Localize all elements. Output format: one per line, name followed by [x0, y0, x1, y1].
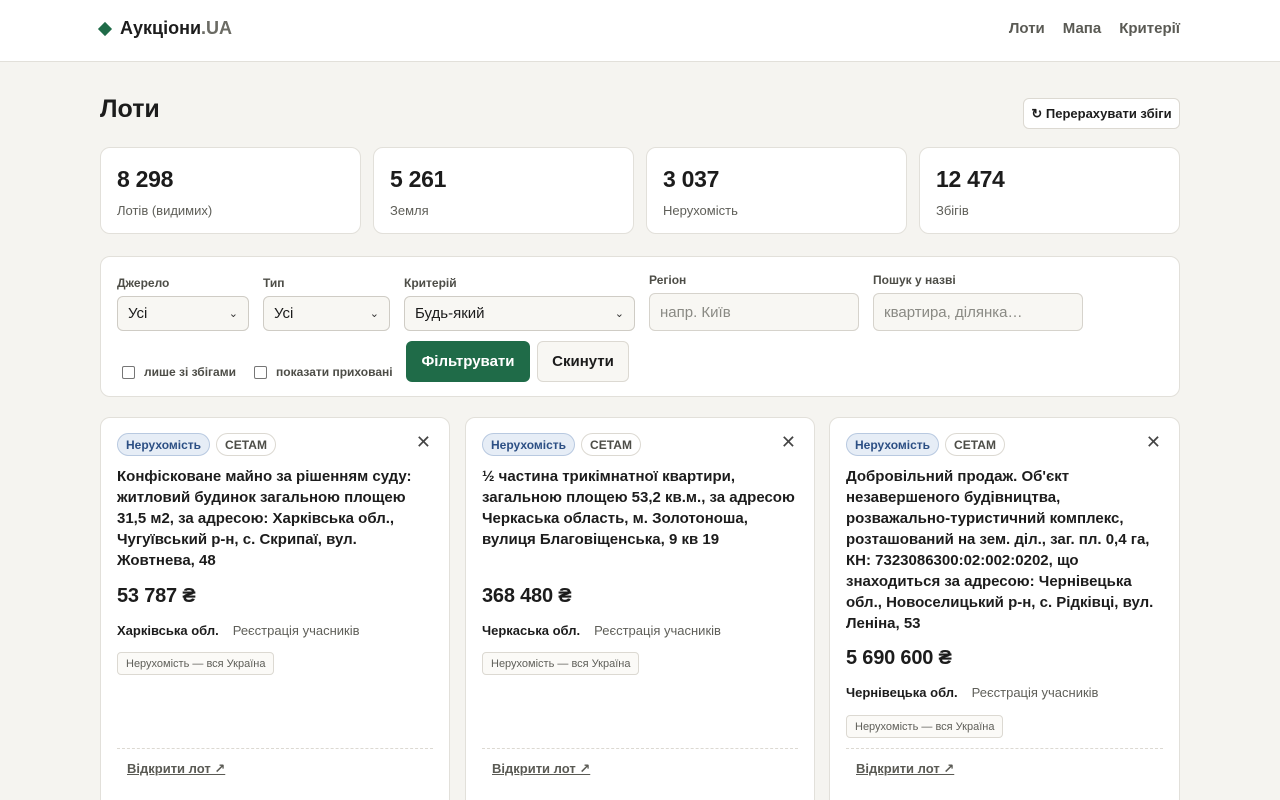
card-badges: Нерухомість СЕТАМ — [846, 433, 1005, 456]
lot-region: Харківська обл. — [117, 623, 219, 638]
stat-label: Лотів (видимих) — [117, 203, 213, 218]
lot-card: Нерухомість СЕТАМ ✕ Конфісковане майно з… — [100, 417, 450, 800]
open-lot-link[interactable]: Відкрити лот ↗ — [492, 761, 590, 777]
lot-price: 368 480 ₴ — [482, 585, 572, 607]
source-select-value: Усі — [128, 305, 148, 322]
chevron-down-icon: ⌄ — [614, 308, 624, 320]
lot-region: Черкаська обл. — [482, 623, 581, 638]
chevron-down-icon: ⌄ — [228, 308, 238, 320]
lot-region: Чернівецька обл. — [846, 685, 958, 700]
region-input[interactable] — [649, 293, 859, 331]
main-nav: Лоти Мапа Критерії — [1009, 20, 1180, 37]
type-label: Тип — [263, 276, 285, 290]
card-divider — [482, 748, 798, 749]
close-icon[interactable]: ✕ — [416, 432, 431, 453]
search-input[interactable] — [873, 293, 1083, 331]
card-divider — [846, 748, 1163, 749]
source-label: Джерело — [117, 276, 170, 290]
nav-criteria[interactable]: Критерії — [1119, 20, 1180, 37]
nav-lots[interactable]: Лоти — [1009, 20, 1045, 37]
type-badge: Нерухомість — [846, 433, 940, 456]
type-select[interactable]: Усі ⌄ — [263, 296, 390, 331]
open-lot-link[interactable]: Відкрити лот ↗ — [127, 761, 225, 777]
stat-label: Нерухомість — [663, 203, 738, 218]
stat-label: Збігів — [936, 203, 969, 218]
search-label: Пошук у назві — [873, 273, 956, 287]
diamond-icon — [97, 21, 113, 36]
stat-card-land: 5 261 Земля — [373, 147, 634, 234]
lot-title: Конфісковане майно за рішенням суду: жит… — [117, 468, 412, 569]
recount-matches-button[interactable]: ↻ Перерахувати збіги — [1023, 98, 1180, 129]
region-label: Регіон — [649, 273, 687, 287]
criterion-tag: Нерухомість — вся Україна — [846, 715, 1004, 738]
checkbox-box[interactable] — [254, 365, 267, 379]
stat-value: 3 037 — [663, 166, 720, 192]
criterion-tag: Нерухомість — вся Україна — [482, 652, 640, 675]
source-select[interactable]: Усі ⌄ — [117, 296, 249, 331]
stat-card-realty: 3 037 Нерухомість — [646, 147, 907, 234]
chevron-down-icon: ⌄ — [369, 308, 379, 320]
show-hidden-label: показати приховані — [276, 365, 393, 379]
close-icon[interactable]: ✕ — [1146, 432, 1161, 453]
lot-price: 53 787 ₴ — [117, 585, 196, 607]
stat-card-lots: 8 298 Лотів (видимих) — [100, 147, 361, 234]
lot-card: Нерухомість СЕТАМ ✕ Добровільний продаж.… — [829, 417, 1180, 800]
lot-status: Реєстрація учасників — [594, 623, 721, 638]
stat-value: 8 298 — [117, 166, 174, 192]
criterion-tag: Нерухомість — вся Україна — [117, 652, 275, 675]
show-hidden-checkbox[interactable]: показати приховані — [254, 365, 393, 379]
stat-label: Земля — [390, 203, 429, 218]
card-badges: Нерухомість СЕТАМ — [482, 433, 641, 456]
criterion-select-value: Будь-який — [415, 305, 485, 322]
open-lot-link[interactable]: Відкрити лот ↗ — [856, 761, 954, 777]
close-icon[interactable]: ✕ — [781, 432, 796, 453]
lot-status: Реєстрація учасників — [232, 623, 360, 638]
lot-meta: Чернівецька обл. Реєстрація учасників — [846, 685, 1098, 700]
card-badges: Нерухомість СЕТАМ — [117, 433, 276, 456]
only-matches-label: лише зі збігами — [144, 365, 236, 379]
page-title: Лоти — [100, 95, 160, 123]
nav-map[interactable]: Мапа — [1063, 20, 1101, 37]
lot-status: Реєстрація учасників — [971, 685, 1099, 700]
lot-meta: Харківська обл. Реєстрація учасників — [117, 623, 360, 638]
type-badge: Нерухомість — [482, 433, 576, 456]
reset-button[interactable]: Скинути — [537, 341, 629, 382]
only-matches-checkbox[interactable]: лише зі збігами — [122, 365, 236, 379]
criterion-select[interactable]: Будь-який ⌄ — [404, 296, 635, 331]
lot-price: 5 690 600 ₴ — [846, 647, 952, 669]
brand-name: Аукціони — [120, 18, 202, 38]
filters-panel: Джерело Усі ⌄ Тип Усі ⌄ Критерій Будь-як… — [100, 256, 1180, 397]
lot-title: Добровільний продаж. Об'єкт незавершеног… — [846, 468, 1154, 632]
type-badge: Нерухомість — [117, 433, 211, 456]
brand-suffix: .UA — [201, 18, 233, 38]
stat-value: 12 474 — [936, 166, 1005, 192]
lot-card: Нерухомість СЕТАМ ✕ ½ частина трикімнатн… — [465, 417, 815, 800]
stat-card-matches: 12 474 Збігів — [919, 147, 1180, 234]
stat-value: 5 261 — [390, 166, 447, 192]
checkbox-box[interactable] — [122, 365, 135, 379]
brand-logo[interactable]: Аукціони .UA — [97, 18, 233, 39]
lot-meta: Черкаська обл. Реєстрація учасників — [482, 623, 721, 638]
source-badge: СЕТАМ — [216, 433, 276, 456]
type-select-value: Усі — [274, 305, 294, 322]
card-divider — [117, 748, 433, 749]
criterion-label: Критерій — [404, 276, 457, 290]
filter-button[interactable]: Фільтрувати — [406, 341, 530, 382]
source-badge: СЕТАМ — [581, 433, 641, 456]
top-bar: Аукціони .UA Лоти Мапа Критерії — [0, 0, 1280, 62]
source-badge: СЕТАМ — [945, 433, 1005, 456]
lot-title: ½ частина трикімнатної квартири, загальн… — [482, 468, 795, 548]
